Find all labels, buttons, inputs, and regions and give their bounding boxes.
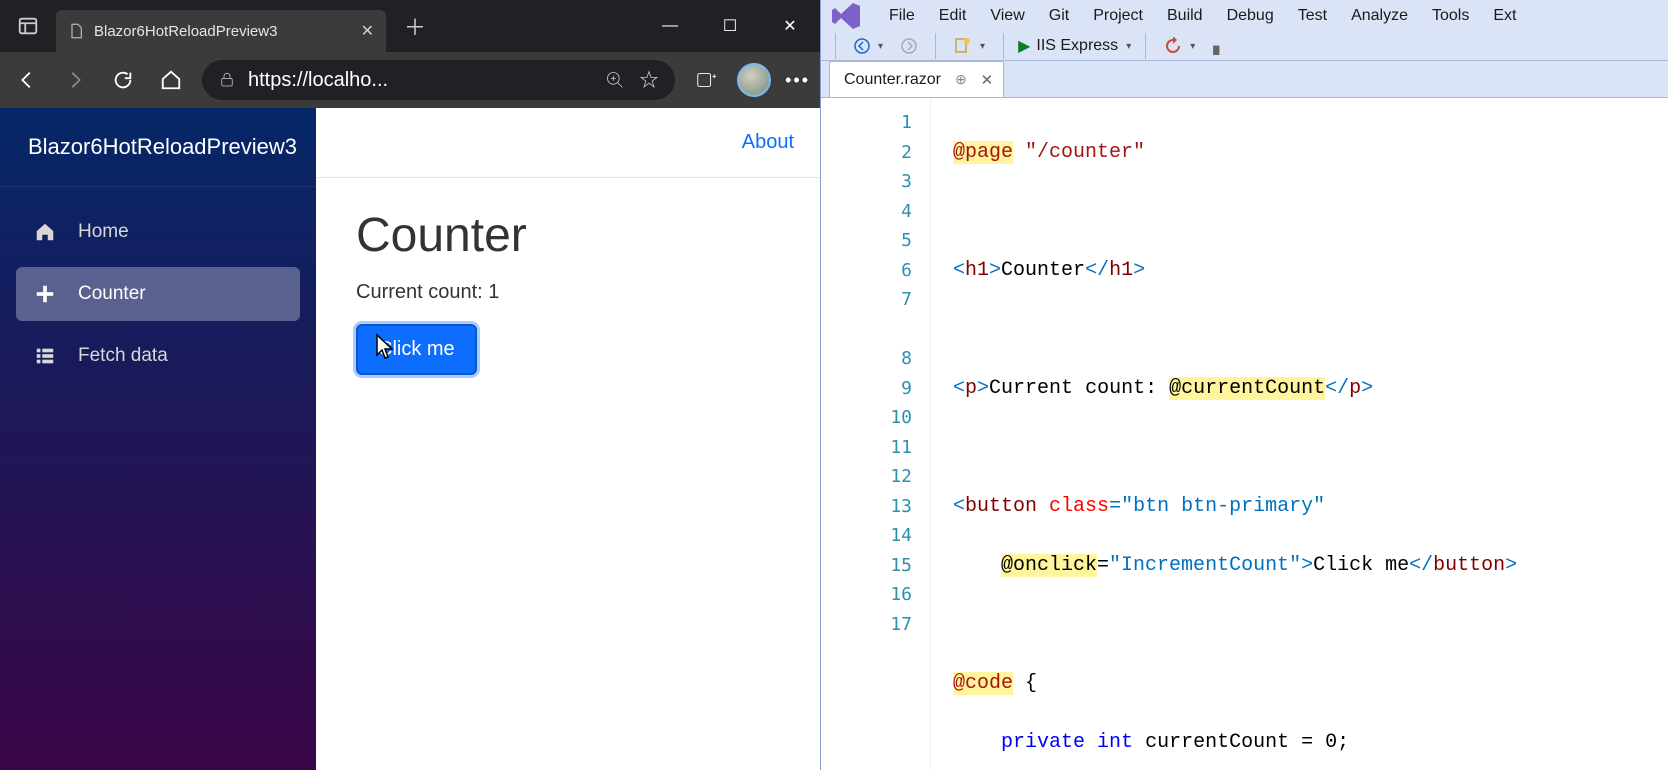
menu-tools[interactable]: Tools — [1420, 3, 1481, 29]
app-sidebar: Blazor6HotReloadPreview3 Home Counter Fe… — [0, 108, 316, 770]
editor-tab[interactable]: Counter.razor ⊕ ✕ — [829, 61, 1004, 97]
editor-tab-label: Counter.razor — [844, 71, 941, 89]
browser-tab[interactable]: Blazor6HotReloadPreview3 ✕ — [56, 10, 386, 52]
gutter-line: 17 — [821, 610, 930, 640]
gutter-line: 7 — [821, 285, 930, 315]
nav-label: Home — [78, 221, 129, 243]
tab-title: Blazor6HotReloadPreview3 — [94, 23, 277, 40]
nav-item-fetch[interactable]: Fetch data — [16, 329, 300, 383]
page-title: Counter — [356, 208, 780, 263]
gutter-line: 9 — [821, 374, 930, 404]
menu-analyze[interactable]: Analyze — [1339, 3, 1420, 29]
count-paragraph: Current count: 1 — [356, 281, 780, 304]
mouse-cursor-icon — [372, 333, 396, 363]
start-debug-button[interactable]: ▶IIS Express▾ — [1018, 36, 1131, 56]
vs-logo-icon — [831, 0, 863, 32]
vs-toolbar: ▾ ▾ ▶IIS Express▾ ▾ ▖ — [821, 32, 1668, 61]
hot-reload-button[interactable]: ▾ — [1160, 32, 1199, 60]
menu-view[interactable]: View — [978, 3, 1036, 29]
more-menu-button[interactable]: ••• — [785, 70, 810, 91]
gutter-line: 11 — [821, 433, 930, 463]
gutter-line: 8 — [821, 344, 930, 374]
editor-area: 1 2 3 4 5 6 7 8 9 10 11 12 13 14 15 16 1… — [821, 97, 1668, 770]
new-item-button[interactable]: ▾ — [950, 32, 989, 60]
menu-ext[interactable]: Ext — [1481, 3, 1528, 29]
count-label: Current count: — [356, 281, 488, 303]
gutter-line: 14 — [821, 521, 930, 551]
menu-debug[interactable]: Debug — [1215, 3, 1286, 29]
vs-menubar: File Edit View Git Project Build Debug T… — [821, 0, 1668, 32]
gutter-line: 15 — [821, 551, 930, 581]
page-body: Counter Current count: 1 Click me — [316, 178, 820, 405]
window-controls: — ☐ ✕ — [640, 0, 820, 52]
nav-forward-button[interactable] — [897, 32, 921, 60]
plus-icon — [34, 283, 56, 305]
toolbar-overflow-button[interactable]: ▖ — [1209, 32, 1229, 60]
address-text: https://localho... — [248, 69, 388, 92]
nav-label: Fetch data — [78, 345, 168, 367]
zoom-icon[interactable] — [605, 70, 625, 90]
new-tab-button[interactable]: ＋ — [398, 9, 432, 43]
home-icon — [34, 221, 56, 243]
gutter-line: 2 — [821, 138, 930, 168]
app-brand: Blazor6HotReloadPreview3 — [0, 108, 316, 187]
forward-button[interactable] — [58, 63, 92, 97]
gutter-line: 13 — [821, 492, 930, 522]
collections-button[interactable] — [689, 63, 723, 97]
favorite-icon[interactable] — [639, 70, 659, 90]
about-link[interactable]: About — [742, 131, 794, 154]
tab-close-button[interactable]: ✕ — [361, 21, 374, 41]
menu-git[interactable]: Git — [1037, 3, 1081, 29]
lock-icon — [218, 71, 236, 89]
run-target-label: IIS Express — [1036, 37, 1118, 55]
count-value: 1 — [488, 281, 499, 303]
browser-toolbar: https://localho... ••• — [0, 52, 820, 108]
line-gutter: 1 2 3 4 5 6 7 8 9 10 11 12 13 14 15 16 1… — [821, 98, 931, 770]
menu-test[interactable]: Test — [1286, 3, 1339, 29]
menu-project[interactable]: Project — [1081, 3, 1155, 29]
pin-icon[interactable]: ⊕ — [955, 71, 967, 88]
list-icon — [34, 345, 56, 367]
gutter-line: 1 — [821, 108, 930, 138]
nav-back-button[interactable]: ▾ — [850, 32, 887, 60]
gutter-line: 6 — [821, 256, 930, 286]
top-row: About — [316, 108, 820, 178]
gutter-line — [821, 315, 930, 345]
gutter-line: 10 — [821, 403, 930, 433]
vs-tabstrip: Counter.razor ⊕ ✕ — [821, 61, 1668, 97]
vs-window: File Edit View Git Project Build Debug T… — [820, 0, 1668, 770]
maximize-button[interactable]: ☐ — [700, 0, 760, 52]
nav-item-counter[interactable]: Counter — [16, 267, 300, 321]
nav-label: Counter — [78, 283, 146, 305]
gutter-line: 4 — [821, 197, 930, 227]
tabs-overview-button[interactable] — [0, 0, 56, 52]
app-main: About Counter Current count: 1 Click me — [316, 108, 820, 770]
code-editor[interactable]: @page "/counter" <h1>Counter</h1> <p>Cur… — [931, 98, 1668, 770]
address-bar[interactable]: https://localho... — [202, 60, 675, 100]
gutter-line: 3 — [821, 167, 930, 197]
nav-item-home[interactable]: Home — [16, 205, 300, 259]
menu-build[interactable]: Build — [1155, 3, 1215, 29]
minimize-button[interactable]: — — [640, 0, 700, 52]
home-button[interactable] — [154, 63, 188, 97]
gutter-line: 5 — [821, 226, 930, 256]
back-button[interactable] — [10, 63, 44, 97]
browser-titlebar: Blazor6HotReloadPreview3 ✕ ＋ — ☐ ✕ — [0, 0, 820, 52]
profile-avatar[interactable] — [737, 63, 771, 97]
gutter-line: 16 — [821, 580, 930, 610]
menu-edit[interactable]: Edit — [927, 3, 979, 29]
nav-menu: Home Counter Fetch data — [0, 187, 316, 401]
page-icon — [68, 23, 84, 39]
menu-file[interactable]: File — [877, 3, 927, 29]
refresh-button[interactable] — [106, 63, 140, 97]
close-button[interactable]: ✕ — [760, 0, 820, 52]
close-icon[interactable]: ✕ — [981, 71, 994, 89]
gutter-line: 12 — [821, 462, 930, 492]
browser-window: Blazor6HotReloadPreview3 ✕ ＋ — ☐ ✕ https… — [0, 0, 820, 770]
page-content: Blazor6HotReloadPreview3 Home Counter Fe… — [0, 108, 820, 770]
